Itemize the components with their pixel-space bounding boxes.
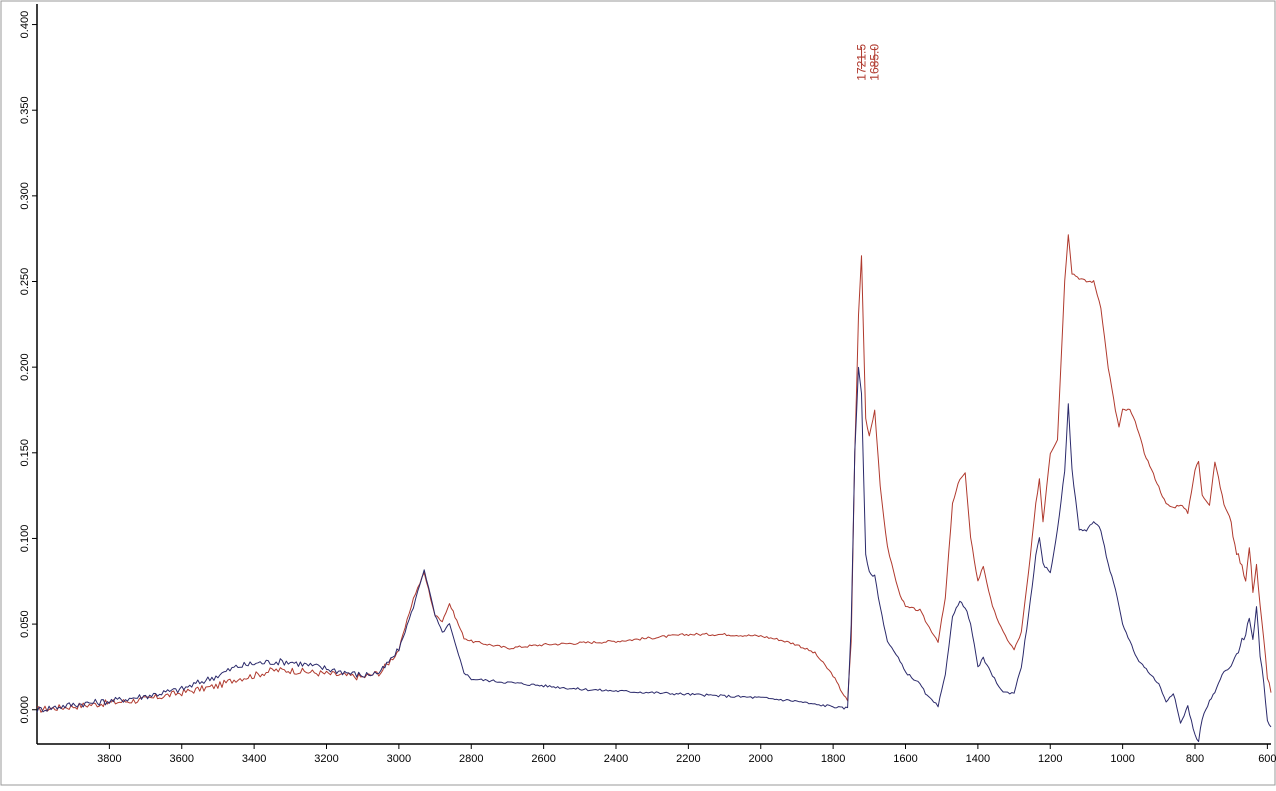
y-tick-label: 0.400 — [19, 11, 31, 39]
x-tick-label: 2800 — [459, 753, 483, 765]
y-tick-label: 0.250 — [19, 268, 31, 296]
x-tick-label: 2000 — [749, 753, 773, 765]
y-tick-label: 0.000 — [19, 696, 31, 724]
x-tick-label: 1400 — [966, 753, 990, 765]
peak-label: 1685.0 — [868, 44, 882, 81]
chart-background — [0, 0, 1276, 786]
y-tick-label: 0.350 — [19, 96, 31, 124]
y-tick-label: 0.050 — [19, 610, 31, 638]
x-tick-label: 2400 — [604, 753, 628, 765]
x-tick-label: 1200 — [1038, 753, 1062, 765]
x-tick-label: 2600 — [531, 753, 555, 765]
y-tick-label: 0.150 — [19, 439, 31, 467]
x-tick-label: 3200 — [314, 753, 338, 765]
x-tick-label: 3000 — [387, 753, 411, 765]
y-tick-label: 0.200 — [19, 353, 31, 381]
y-tick-label: 0.300 — [19, 182, 31, 210]
x-tick-label: 3400 — [242, 753, 266, 765]
x-tick-label: 1800 — [821, 753, 845, 765]
x-tick-label: 3800 — [97, 753, 121, 765]
x-tick-label: 3600 — [170, 753, 194, 765]
x-tick-label: 800 — [1186, 753, 1204, 765]
x-tick-label: 1600 — [893, 753, 917, 765]
x-tick-label: 1000 — [1110, 753, 1134, 765]
ir-spectrum-chart: 0.000 0.050 0.100 0.150 0.200 0.250 0.300 0.350… — [0, 0, 1276, 786]
x-tick-label: 2200 — [676, 753, 700, 765]
y-tick-label: 0.100 — [19, 525, 31, 553]
x-tick-label: 600 — [1258, 753, 1276, 765]
spectrum-window: 0.000 0.050 0.100 0.150 0.200 0.250 0.300 0.350… — [0, 0, 1276, 786]
peak-label: 1721.5 — [855, 44, 869, 81]
